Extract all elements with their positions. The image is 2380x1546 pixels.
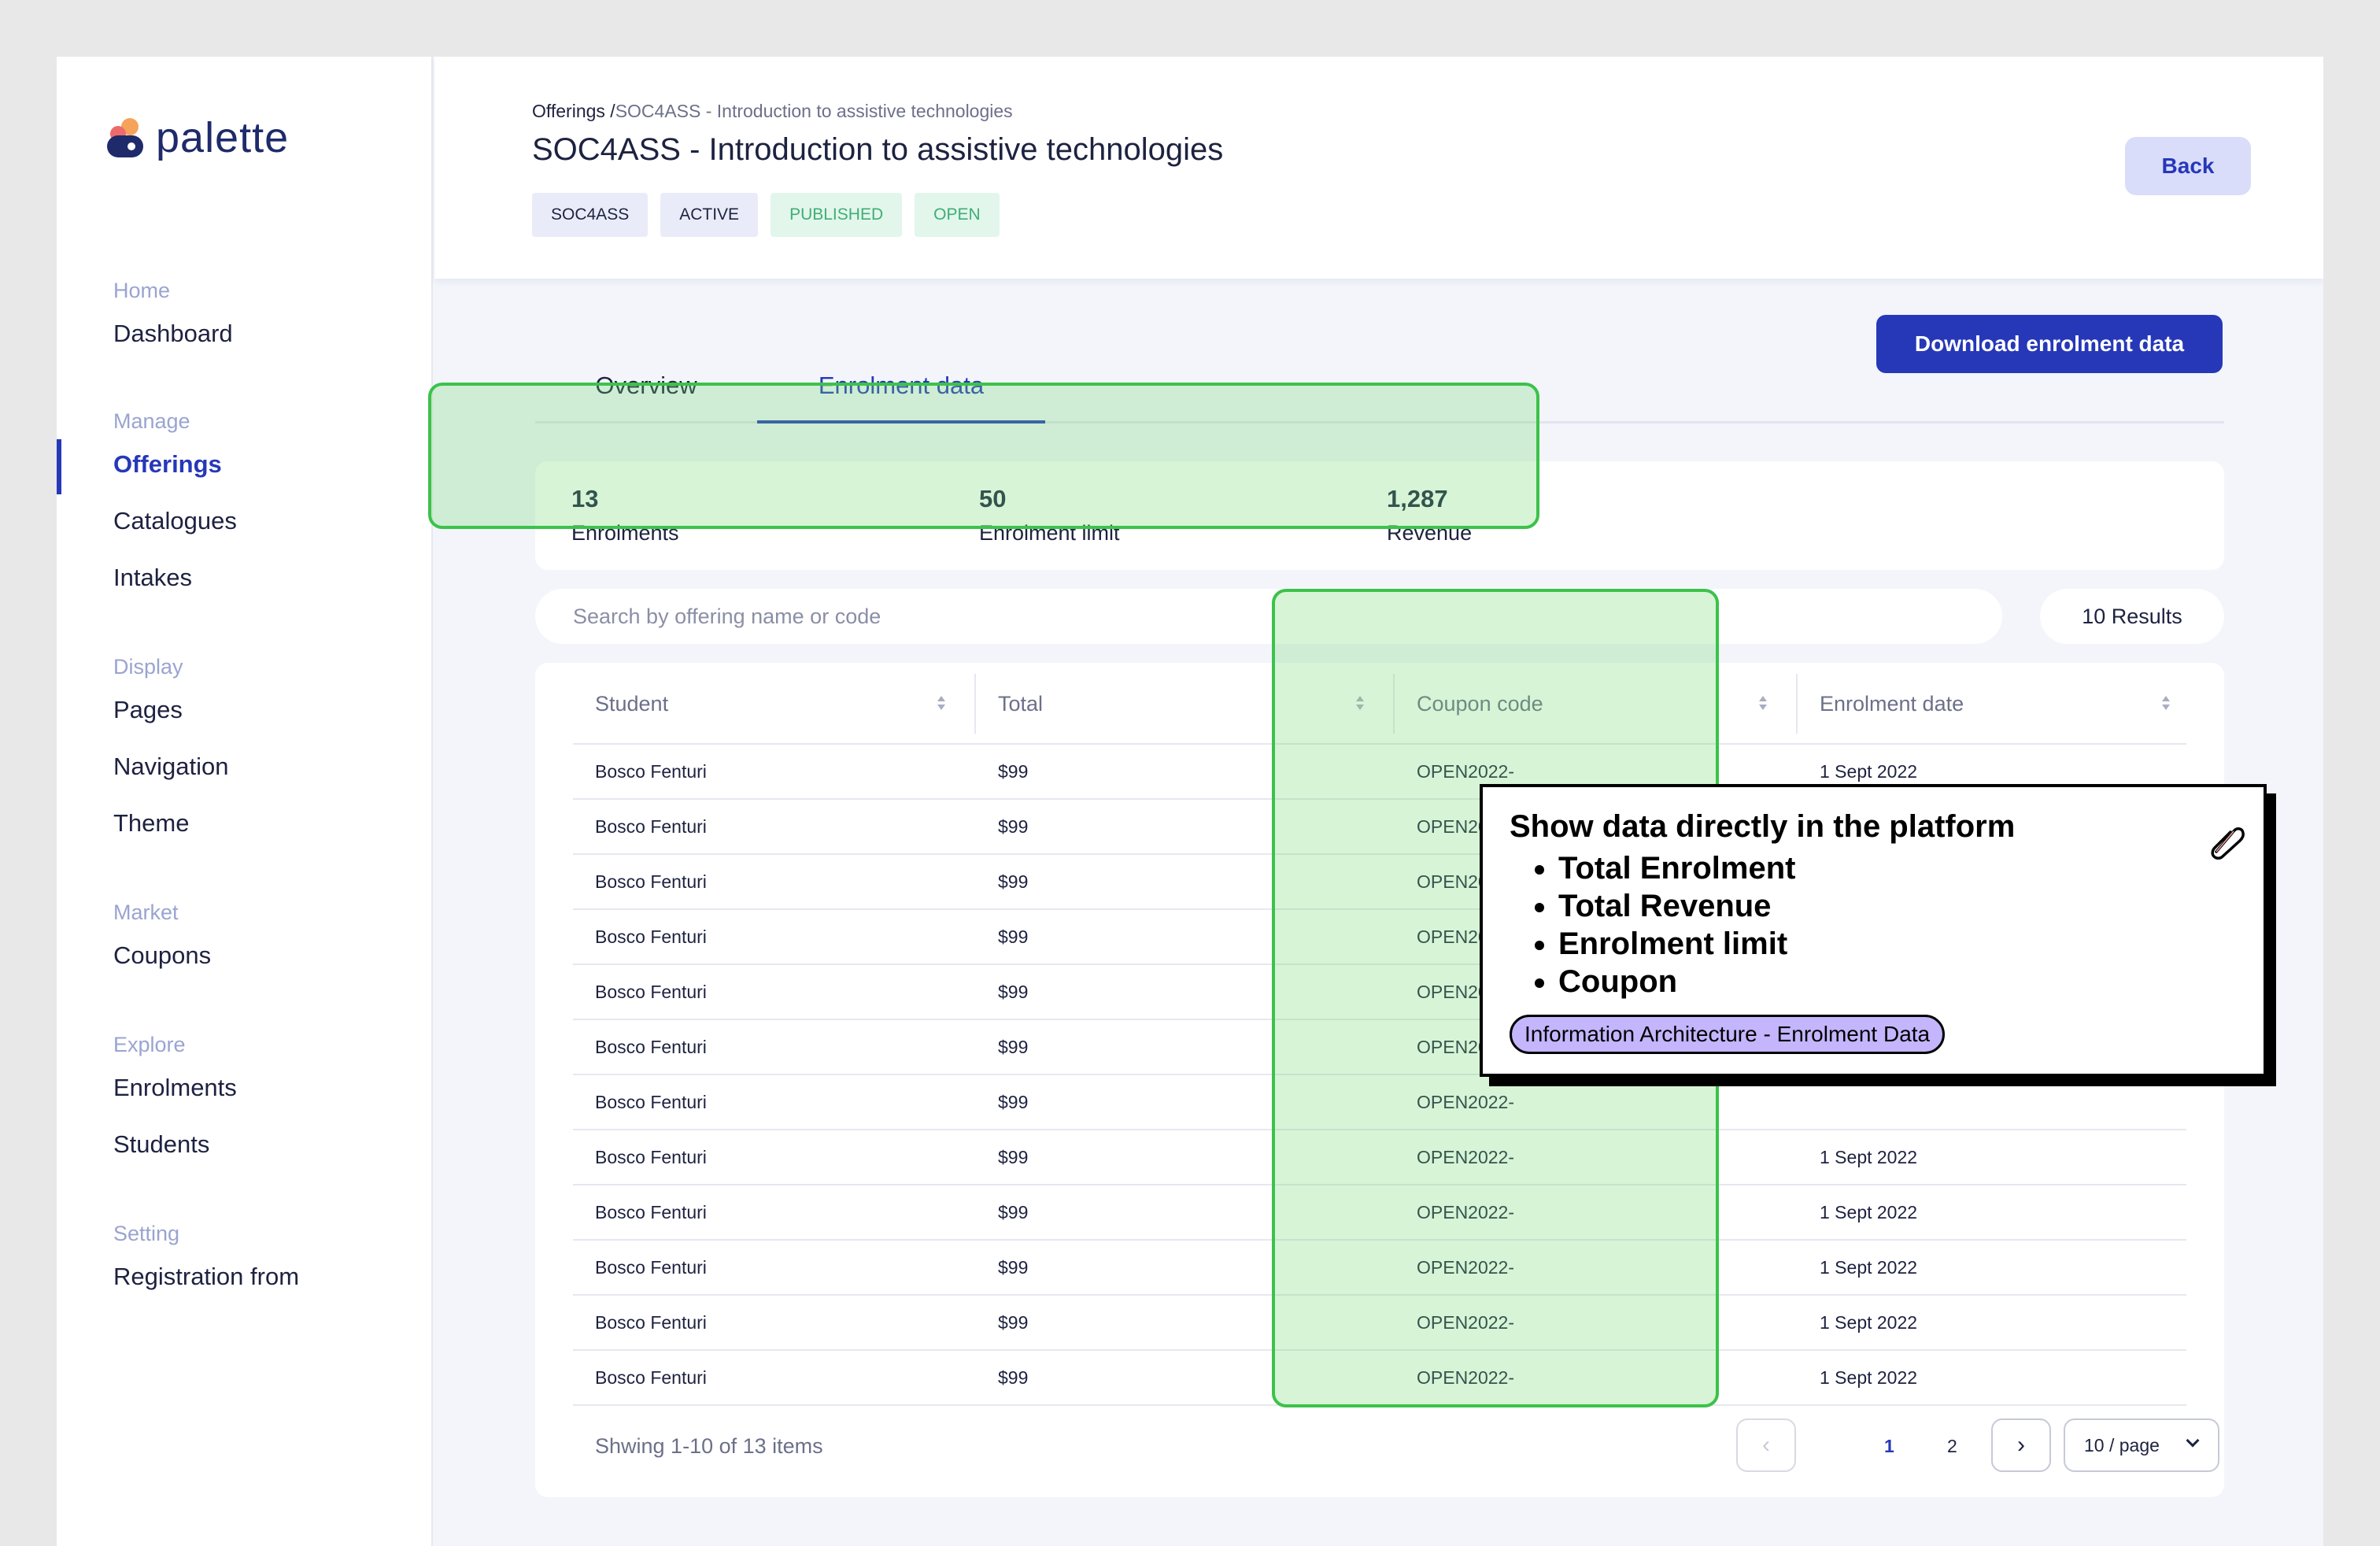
cell-student: Bosco Fenturi (595, 1367, 707, 1388)
tag-published: PUBLISHED (771, 193, 903, 237)
nav-group-market: Market (113, 901, 179, 924)
cell-student: Bosco Fenturi (595, 1091, 707, 1112)
cell-student: Bosco Fenturi (595, 1146, 707, 1167)
page-1-button[interactable]: 1 (1884, 1418, 1894, 1474)
cell-total: $99 (998, 871, 1029, 892)
cell-student: Bosco Fenturi (595, 926, 707, 947)
page-header: Offerings /SOC4ASS - Introduction to ass… (434, 57, 2323, 279)
sidebar-item-navigation[interactable]: Navigation (113, 753, 228, 781)
column-header-student[interactable]: Student (595, 663, 668, 745)
sort-icon[interactable] (2161, 696, 2171, 712)
cell-total: $99 (998, 1367, 1029, 1388)
per-page-value: 10 / page (2084, 1434, 2160, 1455)
nav-group-explore: Explore (113, 1033, 186, 1056)
column-divider (1796, 674, 1798, 734)
cell-total: $99 (998, 926, 1029, 947)
back-button[interactable]: Back (2125, 137, 2251, 195)
highlight-stats (428, 383, 1539, 529)
breadcrumb: Offerings /SOC4ASS - Introduction to ass… (532, 101, 1013, 122)
tag-code: SOC4ASS (532, 193, 649, 237)
per-page-select[interactable]: 10 / page (2064, 1418, 2219, 1472)
cell-total: $99 (998, 816, 1029, 837)
next-page-button[interactable]: › (1991, 1418, 2051, 1472)
sidebar-item-intakes[interactable]: Intakes (113, 564, 192, 592)
annotation-bullet: Coupon (1558, 963, 2237, 1000)
page-title: SOC4ASS - Introduction to assistive tech… (532, 132, 1224, 167)
cell-student: Bosco Fenturi (595, 1036, 707, 1057)
download-enrolment-data-button[interactable]: Download enrolment data (1876, 315, 2223, 373)
cell-enrolment-date: 1 Sept 2022 (1820, 1311, 1918, 1333)
status-tags: SOC4ASS ACTIVE PUBLISHED OPEN (532, 193, 1000, 237)
table-footer: Shwing 1-10 of 13 items ‹ 1 2 › 10 / pag… (535, 1418, 2224, 1474)
cell-total: $99 (998, 1256, 1029, 1278)
cell-student: Bosco Fenturi (595, 981, 707, 1002)
cell-student: Bosco Fenturi (595, 816, 707, 837)
cell-student: Bosco Fenturi (595, 760, 707, 782)
annotation-bullet: Enrolment limit (1558, 925, 2237, 963)
sidebar-item-students[interactable]: Students (113, 1130, 209, 1159)
annotation-bullet: Total Enrolment (1558, 849, 2237, 887)
search-input[interactable]: Search by offering name or code (535, 589, 2002, 644)
tag-open: OPEN (915, 193, 1000, 237)
sidebar-item-dashboard[interactable]: Dashboard (113, 320, 233, 348)
palette-logo-icon (107, 118, 145, 157)
sidebar-item-enrolments[interactable]: Enrolments (113, 1074, 237, 1102)
tag-active: ACTIVE (660, 193, 759, 237)
results-count: 10 Results (2040, 589, 2224, 644)
active-nav-indicator (57, 439, 61, 494)
chevron-left-icon: ‹ (1762, 1432, 1770, 1458)
sidebar-item-offerings[interactable]: Offerings (113, 450, 222, 479)
annotation-note: Show data directly in the platform Total… (1480, 784, 2267, 1077)
cell-total: $99 (998, 760, 1029, 782)
breadcrumb-offerings-link[interactable]: Offerings / (532, 101, 615, 121)
cell-student: Bosco Fenturi (595, 1201, 707, 1222)
prev-page-button[interactable]: ‹ (1736, 1418, 1796, 1472)
cell-total: $99 (998, 1311, 1029, 1333)
nav-group-home: Home (113, 279, 171, 302)
annotation-bullets: Total Enrolment Total Revenue Enrolment … (1558, 849, 2237, 1000)
cell-enrolment-date: 1 Sept 2022 (1820, 1367, 1918, 1388)
sidebar-item-theme[interactable]: Theme (113, 809, 189, 838)
column-divider (974, 674, 976, 734)
nav-group-manage: Manage (113, 409, 190, 433)
sidebar-item-coupons[interactable]: Coupons (113, 941, 211, 970)
column-header-total[interactable]: Total (998, 663, 1043, 745)
page-2-button[interactable]: 2 (1947, 1418, 1957, 1474)
cell-enrolment-date: 1 Sept 2022 (1820, 1201, 1918, 1222)
breadcrumb-current: SOC4ASS - Introduction to assistive tech… (615, 101, 1013, 121)
cell-student: Bosco Fenturi (595, 1311, 707, 1333)
brand-name: palette (156, 114, 290, 161)
nav-group-display: Display (113, 655, 183, 679)
cell-student: Bosco Fenturi (595, 1256, 707, 1278)
cell-total: $99 (998, 1146, 1029, 1167)
cell-total: $99 (998, 1201, 1029, 1222)
sidebar-item-registration-form[interactable]: Registration from (113, 1263, 299, 1291)
annotation-bullet: Total Revenue (1558, 887, 2237, 925)
annotation-tag[interactable]: Information Architecture - Enrolment Dat… (1510, 1015, 1946, 1054)
cell-total: $99 (998, 1036, 1029, 1057)
sidebar-item-pages[interactable]: Pages (113, 696, 183, 724)
cell-total: $99 (998, 1091, 1029, 1112)
column-header-enrolment-date[interactable]: Enrolment date (1820, 663, 1964, 745)
sidebar-item-catalogues[interactable]: Catalogues (113, 507, 237, 535)
cell-enrolment-date: 1 Sept 2022 (1820, 1146, 1918, 1167)
sort-icon[interactable] (937, 696, 946, 712)
annotation-title: Show data directly in the platform (1510, 809, 2016, 844)
brand-logo[interactable]: palette (107, 113, 289, 162)
chevron-right-icon: › (2017, 1432, 2025, 1458)
paperclip-icon (2211, 827, 2245, 860)
cell-student: Bosco Fenturi (595, 871, 707, 892)
nav-group-setting: Setting (113, 1222, 180, 1245)
chevron-down-icon (2186, 1433, 2200, 1448)
cell-enrolment-date: 1 Sept 2022 (1820, 1256, 1918, 1278)
showing-items-text: Shwing 1-10 of 13 items (595, 1433, 823, 1458)
sidebar: palette Home Dashboard Manage Offerings … (57, 57, 433, 1546)
cell-total: $99 (998, 981, 1029, 1002)
sort-icon[interactable] (1758, 696, 1768, 712)
